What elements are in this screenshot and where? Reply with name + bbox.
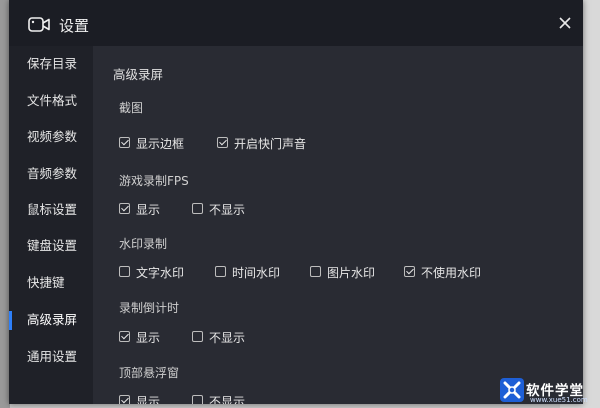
camera-icon [28,17,50,32]
sidebar-item-audio-params[interactable]: 音频参数 [9,157,93,191]
sidebar-item-save-dir[interactable]: 保存目录 [9,47,93,81]
settings-sidebar: 保存目录 文件格式 视频参数 音频参数 鼠标设置 键盘设置 快捷键 高级录屏 通… [9,46,93,404]
group-title-countdown: 录制倒计时 [119,301,180,315]
checkbox-box [119,395,130,404]
close-icon[interactable] [557,15,573,31]
dialog-title: 设置 [59,17,90,35]
checkbox-box [119,266,130,277]
sidebar-item-general-settings[interactable]: 通用设置 [9,340,93,374]
group-title-floating-window: 顶部悬浮窗 [119,366,180,380]
sidebar-item-mouse-settings[interactable]: 鼠标设置 [9,193,93,227]
logo-url: www.xue51.com [530,396,588,404]
checkbox-box [192,395,203,404]
checkbox-box [192,331,203,342]
group-title-game-fps: 游戏录制FPS [119,174,189,188]
sidebar-item-label: 通用设置 [27,349,78,364]
checkbox-box [192,203,203,214]
sidebar-item-label: 鼠标设置 [27,202,78,217]
sidebar-item-label: 高级录屏 [27,312,78,327]
checkbox-box [119,137,130,148]
checkbox-box [404,266,415,277]
group-title-screenshot: 截图 [119,101,144,115]
checkbox-box [310,266,321,277]
sidebar-item-label: 文件格式 [27,93,78,108]
checkbox-box [119,203,130,214]
section-title: 高级录屏 [113,67,164,82]
checkbox-box [217,137,228,148]
sidebar-item-hotkeys[interactable]: 快捷键 [9,266,93,300]
sidebar-item-label: 视频参数 [27,129,78,144]
settings-content: 高级录屏 截图 显示边框 开启快门声音 游戏录制FPS 显示 不显示 水印录制 … [93,46,583,404]
group-title-watermark: 水印录制 [119,237,168,251]
settings-dialog: 设置 保存目录 文件格式 视频参数 音频参数 鼠标设置 键盘设置 快捷键 高级录… [9,0,583,404]
site-logo: 软件学堂 www.xue51.com [500,378,596,404]
logo-icon [500,378,524,402]
sidebar-item-keyboard-settings[interactable]: 键盘设置 [9,229,93,263]
sidebar-item-label: 保存目录 [27,56,78,71]
sidebar-item-label: 键盘设置 [27,238,78,253]
sidebar-item-video-params[interactable]: 视频参数 [9,120,93,154]
sidebar-item-label: 快捷键 [27,275,65,290]
sidebar-item-file-format[interactable]: 文件格式 [9,84,93,118]
checkbox-box [119,331,130,342]
title-bar: 设置 [9,0,583,46]
active-indicator [9,311,12,330]
sidebar-item-label: 音频参数 [27,166,78,181]
checkbox-box [215,266,226,277]
sidebar-item-advanced-recording[interactable]: 高级录屏 [9,303,93,337]
